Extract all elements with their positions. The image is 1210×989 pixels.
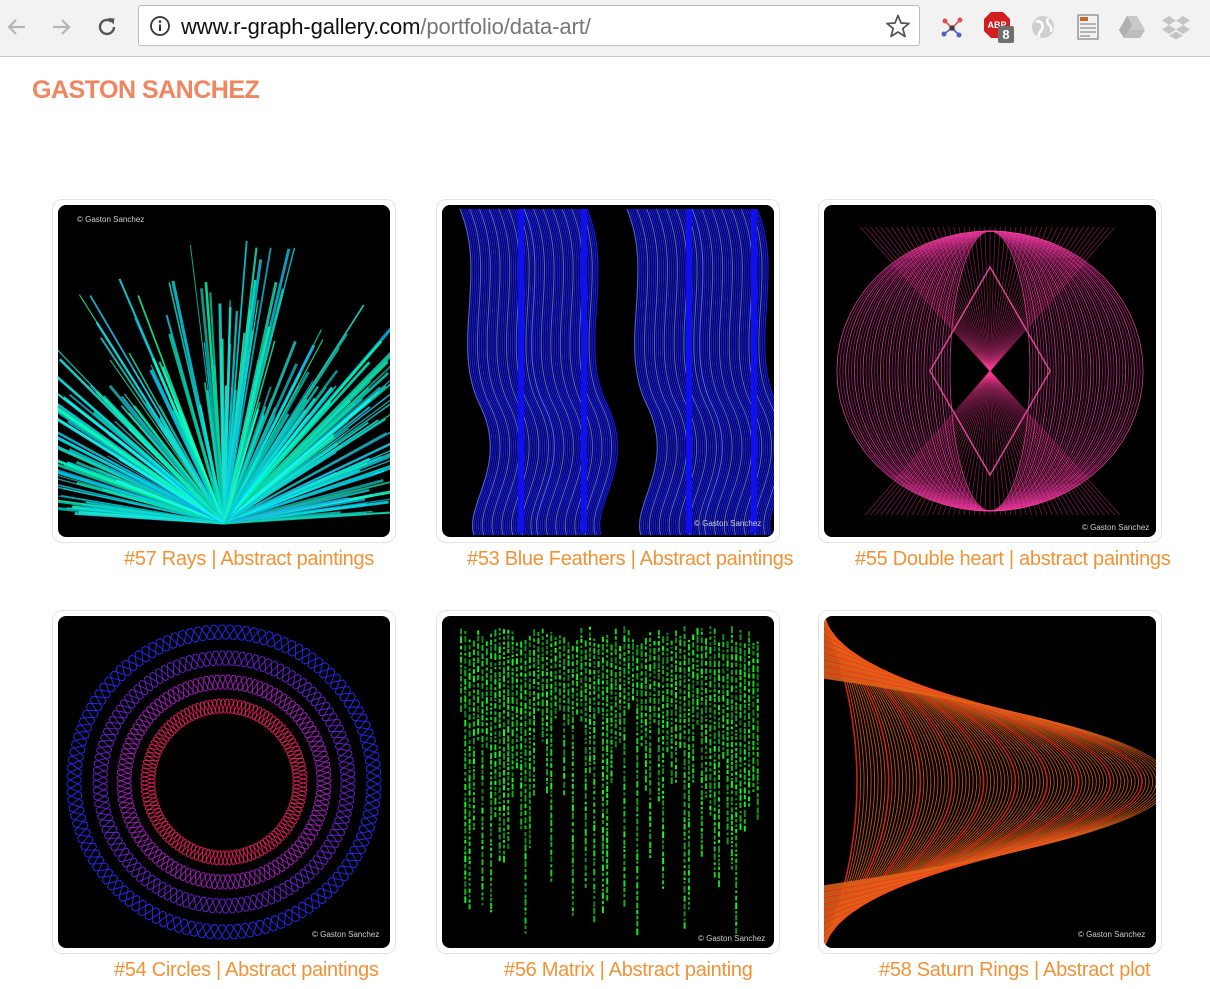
site-title[interactable]: GASTON SANCHEZ xyxy=(32,76,260,105)
adblock-extension[interactable]: ABP 8 xyxy=(982,12,1018,43)
reload-icon xyxy=(98,18,116,36)
artwork-credit: © Gaston Sanchez xyxy=(77,215,145,224)
forward-button[interactable] xyxy=(46,12,76,42)
gallery-card-circles[interactable]: © Gaston Sanchez xyxy=(52,610,396,954)
artwork-credit: © Gaston Sanchez xyxy=(312,930,380,939)
matrix-image xyxy=(460,626,759,936)
reload-button[interactable] xyxy=(92,12,122,42)
blue-feathers-artwork: © Gaston Sanchez xyxy=(442,205,774,537)
gallery-card-blue-feathers[interactable]: © Gaston Sanchez xyxy=(436,199,780,543)
artwork-credit: © Gaston Sanchez xyxy=(1078,930,1146,939)
address-bar[interactable]: www.r-graph-gallery.com/portfolio/data-a… xyxy=(138,5,920,46)
notes-extension-icon[interactable] xyxy=(1074,12,1102,42)
bookmark-star-icon[interactable] xyxy=(885,13,911,39)
circles-image xyxy=(66,624,382,940)
back-button[interactable] xyxy=(2,12,32,42)
graph-extension-icon[interactable] xyxy=(938,12,966,42)
back-arrow-icon xyxy=(7,19,25,35)
caption-circles-link[interactable]: #54 Circles | Abstract paintings xyxy=(114,959,379,982)
blue-feathers-image xyxy=(459,208,774,536)
artwork-credit: © Gaston Sanchez xyxy=(698,934,766,943)
url-text: www.r-graph-gallery.com/portfolio/data-a… xyxy=(181,14,591,40)
gallery-card-rays[interactable]: © Gaston Sanchez xyxy=(52,199,396,543)
double-heart-image xyxy=(836,226,1144,516)
adblock-badge: 8 xyxy=(998,26,1014,43)
caption-matrix-link[interactable]: #56 Matrix | Abstract painting xyxy=(504,959,753,982)
artwork-credit: © Gaston Sanchez xyxy=(1082,523,1150,532)
double-heart-artwork: © Gaston Sanchez xyxy=(824,205,1156,537)
url-host: www.r-graph-gallery.com xyxy=(181,14,421,39)
caption-rays-link[interactable]: #57 Rays | Abstract paintings xyxy=(124,548,374,571)
caption-double-heart-link[interactable]: #55 Double heart | abstract paintings xyxy=(855,548,1171,571)
rays-image xyxy=(58,240,390,525)
dropbox-icon[interactable] xyxy=(1162,12,1190,42)
caption-saturn-rings-link[interactable]: #58 Saturn Rings | Abstract plot xyxy=(879,959,1151,982)
forward-arrow-icon xyxy=(53,19,71,35)
saturn-rings-image xyxy=(824,616,1156,948)
drive-icon[interactable] xyxy=(1118,12,1146,42)
browser-toolbar: www.r-graph-gallery.com/portfolio/data-a… xyxy=(0,0,1210,57)
globe-extension-icon[interactable] xyxy=(1030,12,1058,42)
caption-blue-feathers-link[interactable]: #53 Blue Feathers | Abstract paintings xyxy=(467,548,794,571)
gallery-card-double-heart[interactable]: © Gaston Sanchez xyxy=(818,199,1162,543)
gallery-card-matrix[interactable]: © Gaston Sanchez xyxy=(436,610,780,954)
circles-artwork: © Gaston Sanchez xyxy=(58,616,390,948)
saturn-rings-artwork: © Gaston Sanchez xyxy=(824,616,1156,948)
matrix-artwork: © Gaston Sanchez xyxy=(442,616,774,948)
info-icon[interactable] xyxy=(149,15,171,37)
url-path: /portfolio/data-art/ xyxy=(420,14,591,39)
rays-artwork: © Gaston Sanchez xyxy=(58,205,390,537)
gallery-card-saturn-rings[interactable]: © Gaston Sanchez xyxy=(818,610,1162,954)
artwork-credit: © Gaston Sanchez xyxy=(694,519,762,528)
